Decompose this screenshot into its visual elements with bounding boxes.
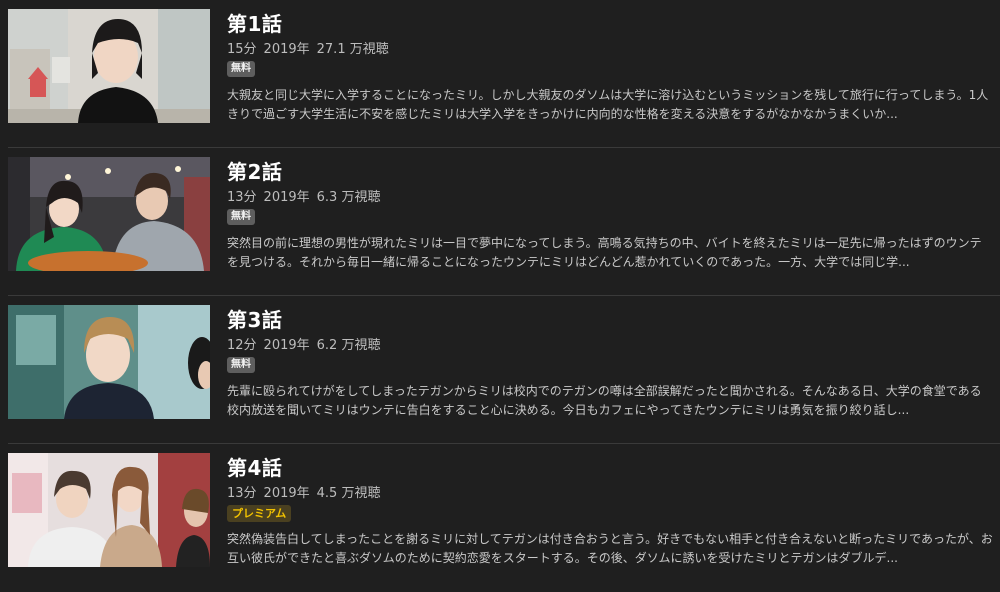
episode-title[interactable]: 第3話 <box>227 304 282 333</box>
episode-duration: 12分 <box>227 338 257 353</box>
free-badge: 無料 <box>227 357 255 373</box>
episode-views: 6.3 万視聴 <box>316 190 381 205</box>
episode-thumbnail-image <box>8 453 210 567</box>
episode-thumbnail-image <box>8 9 210 123</box>
episode-meta: 13分 2019年 4.5 万視聴 <box>227 482 387 501</box>
episode-title[interactable]: 第1話 <box>227 8 282 37</box>
free-badge: 無料 <box>227 61 255 77</box>
episode-description: 突然目の前に理想の男性が現れたミリは一目で夢中になってしまう。高鳴る気持ちの中、… <box>227 236 982 269</box>
episode-list: 第1話 15分 2019年 27.1 万視聴 無料 大親友と同じ大学に入学することに… <box>0 0 1000 579</box>
episode-thumbnail-image <box>8 305 210 419</box>
episode-views: 27.1 万視聴 <box>316 42 389 57</box>
episode-year: 2019年 <box>263 486 310 501</box>
episode-year: 2019年 <box>263 190 310 205</box>
episode-meta: 13分 2019年 6.3 万視聴 <box>227 186 387 205</box>
episode-thumbnail-1[interactable] <box>8 9 210 123</box>
episode-thumbnail-4[interactable] <box>8 453 210 567</box>
episode-year: 2019年 <box>263 338 310 353</box>
episode-year: 2019年 <box>263 42 310 57</box>
free-badge: 無料 <box>227 209 255 225</box>
episode-duration: 15分 <box>227 42 257 57</box>
episode-thumbnail-image <box>8 157 210 271</box>
episode-thumbnail-2[interactable] <box>8 157 210 271</box>
episode-duration: 13分 <box>227 486 257 501</box>
episode-duration: 13分 <box>227 190 257 205</box>
episode-thumbnail-3[interactable] <box>8 305 210 419</box>
episode-views: 6.2 万視聴 <box>316 338 381 353</box>
episode-description: 突然偽装告白してしまったことを謝るミリに対してテガンは付き合おうと言う。好きでも… <box>227 532 993 565</box>
episode-views: 4.5 万視聴 <box>316 486 381 501</box>
episode-item-3[interactable]: 第3話 12分 2019年 6.2 万視聴 無料 先輩に殴られてけがをしてしまったテ… <box>0 296 1000 444</box>
episode-item-4[interactable]: 第4話 13分 2019年 4.5 万視聴 プレミアム 突然偽装告白してしまったこと… <box>0 444 1000 592</box>
episode-meta: 15分 2019年 27.1 万視聴 <box>227 38 396 57</box>
episode-title[interactable]: 第4話 <box>227 452 282 481</box>
episode-item-2[interactable]: 第2話 13分 2019年 6.3 万視聴 無料 突然目の前に理想の男性が現れたミリ… <box>0 148 1000 296</box>
episode-title[interactable]: 第2話 <box>227 156 282 185</box>
premium-badge: プレミアム <box>227 505 292 522</box>
episode-description: 先輩に殴られてけがをしてしまったテガンからミリは校内でのテガンの噂は全部誤解だっ… <box>227 384 982 417</box>
episode-meta: 12分 2019年 6.2 万視聴 <box>227 334 387 353</box>
episode-description: 大親友と同じ大学に入学することになったミリ。しかし大親友のダソムは大学に溶け込む… <box>227 88 989 121</box>
episode-item-1[interactable]: 第1話 15分 2019年 27.1 万視聴 無料 大親友と同じ大学に入学することに… <box>0 0 1000 148</box>
